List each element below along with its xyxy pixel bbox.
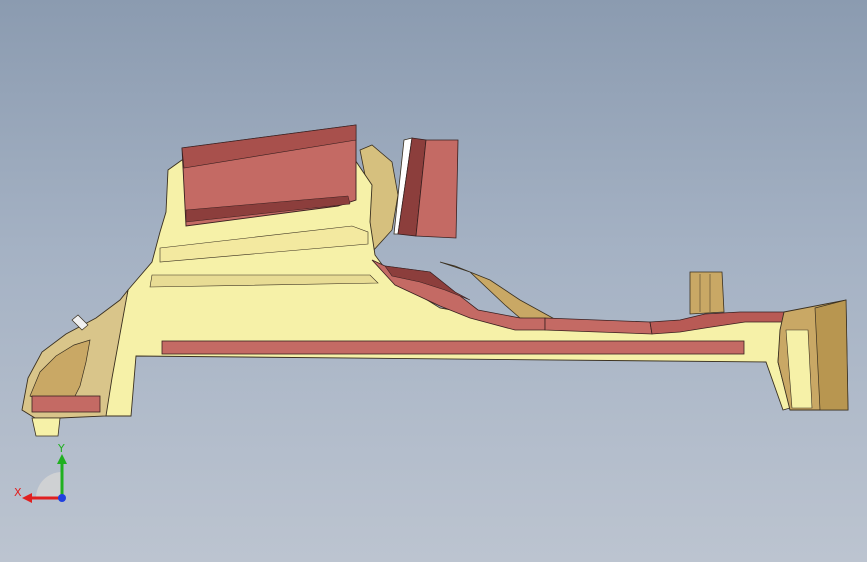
z-axis-dot-icon xyxy=(58,494,66,502)
rear-end-cap-face xyxy=(814,299,849,411)
rear-post xyxy=(689,271,725,315)
cad-model-view[interactable] xyxy=(0,0,867,562)
x-axis-arrow-icon xyxy=(22,493,32,503)
y-axis-label: Y xyxy=(57,442,65,455)
axis-triad: Y X xyxy=(14,442,67,503)
front-red-stripe xyxy=(31,395,101,413)
y-axis-arrow-icon xyxy=(57,454,67,464)
front-nose-lower xyxy=(31,417,61,437)
lower-red-bar xyxy=(161,340,745,355)
cad-viewport[interactable]: Y X xyxy=(0,0,867,562)
x-axis-label: X xyxy=(14,486,22,499)
triad-quadrant xyxy=(36,472,62,498)
